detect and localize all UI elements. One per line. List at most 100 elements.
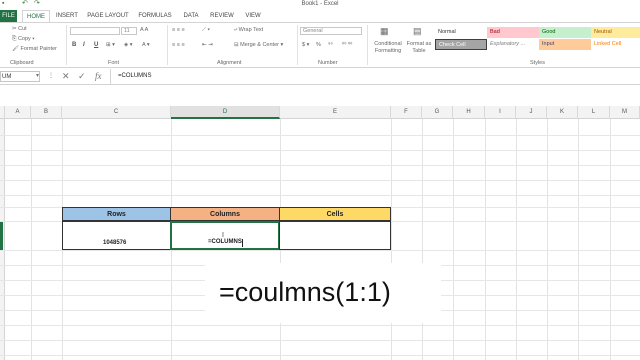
- currency-symbol: $: [302, 42, 306, 48]
- column-header-e[interactable]: E: [280, 106, 391, 119]
- formula-divider: [110, 69, 111, 84]
- name-box[interactable]: UM: [0, 71, 40, 82]
- cell-columns-value-active[interactable]: =COLUMNS I: [170, 221, 280, 250]
- cell-cells-value[interactable]: [279, 221, 391, 250]
- style-input[interactable]: Input: [539, 39, 591, 50]
- column-header-g[interactable]: G: [422, 106, 453, 119]
- style-linked-cell[interactable]: Linked Cell: [591, 39, 640, 50]
- grid-line: [453, 119, 454, 360]
- tab-home[interactable]: HOME: [22, 10, 50, 22]
- align-top-icon[interactable]: ≡ ≡ ≡: [172, 27, 185, 33]
- conditional-formatting-button[interactable]: Conditional Formatting: [371, 41, 405, 55]
- underline-button[interactable]: U: [94, 42, 98, 48]
- formula-bar-grip-icon: ⋮: [48, 73, 54, 79]
- cell-header-cells[interactable]: Cells: [279, 207, 391, 221]
- tab-insert[interactable]: INSERT: [54, 10, 80, 22]
- style-good[interactable]: Good: [539, 27, 591, 38]
- column-header-j[interactable]: J: [516, 106, 547, 119]
- cut-button[interactable]: ✂ Cut: [12, 26, 27, 32]
- decimal-icon[interactable]: ⁰⁰ ⁰⁰: [342, 42, 352, 48]
- column-header-l[interactable]: L: [578, 106, 610, 119]
- grid-line: [0, 150, 640, 151]
- column-header-h[interactable]: H: [453, 106, 485, 119]
- grid-line: [0, 135, 640, 136]
- cell-header-columns[interactable]: Columns: [170, 207, 280, 221]
- number-format-combo[interactable]: General: [300, 27, 362, 35]
- style-explanatory[interactable]: Explanatory ...: [487, 39, 539, 50]
- orientation-icon[interactable]: ⟋ ▾: [202, 27, 210, 34]
- font-size-combo[interactable]: 11: [121, 27, 137, 35]
- ribbon-tabs: FILE HOME INSERT PAGE LAYOUT FORMULAS DA…: [0, 10, 640, 22]
- grid-line: [0, 165, 640, 166]
- wrap-text-label: Wrap Text: [238, 27, 264, 33]
- tab-view[interactable]: VIEW: [242, 10, 264, 22]
- grid-line: [610, 119, 611, 360]
- column-header-f[interactable]: F: [391, 106, 422, 119]
- alignment-group-label: Alignment: [217, 60, 242, 66]
- column-headers: A B C D E F G H I J K L M: [0, 106, 640, 119]
- currency-button[interactable]: $ ▾: [302, 42, 309, 48]
- format-painter-label: Format Painter: [20, 46, 57, 52]
- ribbon-divider: [66, 25, 67, 65]
- comma-style-icon[interactable]: ⁹⁹: [328, 42, 333, 48]
- merge-center-button[interactable]: ⊟ Merge & Center ▾: [234, 42, 283, 48]
- percent-button[interactable]: %: [316, 42, 321, 48]
- title-bar: ▪ ↶ ↷ Book1 - Excel: [0, 0, 640, 10]
- text-cursor: [242, 239, 243, 247]
- active-row-indicator: [0, 221, 3, 250]
- grow-font-icon[interactable]: A A: [140, 27, 148, 33]
- column-header-m[interactable]: M: [610, 106, 640, 119]
- column-header-c[interactable]: C: [62, 106, 171, 119]
- tab-review[interactable]: REVIEW: [208, 10, 236, 22]
- column-header-i[interactable]: I: [485, 106, 516, 119]
- ribbon-divider: [367, 25, 368, 65]
- cell-rows-value[interactable]: 1048576: [62, 221, 171, 250]
- bold-button[interactable]: B: [72, 42, 76, 48]
- borders-icon[interactable]: ⊞ ▾: [106, 42, 115, 48]
- name-box-dropdown-icon[interactable]: ▾: [36, 71, 39, 82]
- format-as-table-button[interactable]: Format as Table: [405, 41, 433, 55]
- style-bad[interactable]: Bad: [487, 27, 539, 38]
- wrap-text-button[interactable]: ⤶ Wrap Text: [234, 27, 263, 34]
- cell-header-rows[interactable]: Rows: [62, 207, 171, 221]
- style-check-cell[interactable]: Check Cell: [435, 39, 487, 50]
- column-header-d[interactable]: D: [171, 106, 280, 119]
- grid-line: [0, 340, 640, 341]
- grid-line: [391, 119, 392, 360]
- grid-line: [31, 119, 32, 360]
- insert-function-icon[interactable]: fx: [95, 71, 102, 82]
- indent-icon[interactable]: ⇤ ⇥: [202, 42, 213, 48]
- tab-data[interactable]: DATA: [180, 10, 202, 22]
- align-left-icon[interactable]: ≡ ≡ ≡: [172, 42, 185, 48]
- font-color-icon[interactable]: A ▾: [142, 42, 150, 48]
- grid-line: [485, 119, 486, 360]
- format-as-table-icon: ▤: [413, 26, 422, 36]
- tab-formulas[interactable]: FORMULAS: [137, 10, 173, 22]
- caption-text: =coulmns(1:1): [219, 277, 391, 307]
- clipboard-group-label: Clipboard: [10, 60, 34, 66]
- style-normal[interactable]: Normal: [435, 27, 487, 38]
- style-neutral[interactable]: Neutral: [591, 27, 640, 38]
- grid-line: [422, 119, 423, 360]
- grid-line: [0, 195, 640, 196]
- column-header-b[interactable]: B: [31, 106, 62, 119]
- tab-file[interactable]: FILE: [0, 10, 17, 22]
- column-header-k[interactable]: K: [547, 106, 578, 119]
- merge-center-label: Merge & Center: [240, 42, 279, 48]
- font-name-combo[interactable]: [70, 27, 120, 35]
- cancel-icon[interactable]: ✕: [62, 71, 70, 82]
- window-title: Book1 - Excel: [301, 1, 339, 7]
- copy-button[interactable]: ⎘ Copy ▾: [12, 36, 35, 43]
- grid-line: [547, 119, 548, 360]
- format-painter-button[interactable]: 🖌 Format Painter: [12, 46, 57, 52]
- italic-button[interactable]: I: [83, 42, 85, 48]
- formula-input[interactable]: =COLUMNS: [118, 71, 152, 82]
- styles-group-label: Styles: [530, 60, 545, 66]
- tab-page-layout[interactable]: PAGE LAYOUT: [86, 10, 130, 22]
- conditional-formatting-icon: ▦: [380, 26, 389, 36]
- enter-icon[interactable]: ✓: [78, 71, 86, 82]
- columns-value-text: =COLUMNS: [208, 239, 242, 245]
- copy-label: Copy: [17, 36, 31, 42]
- column-header-a[interactable]: A: [5, 106, 31, 119]
- fill-color-icon[interactable]: ◈ ▾: [124, 42, 133, 48]
